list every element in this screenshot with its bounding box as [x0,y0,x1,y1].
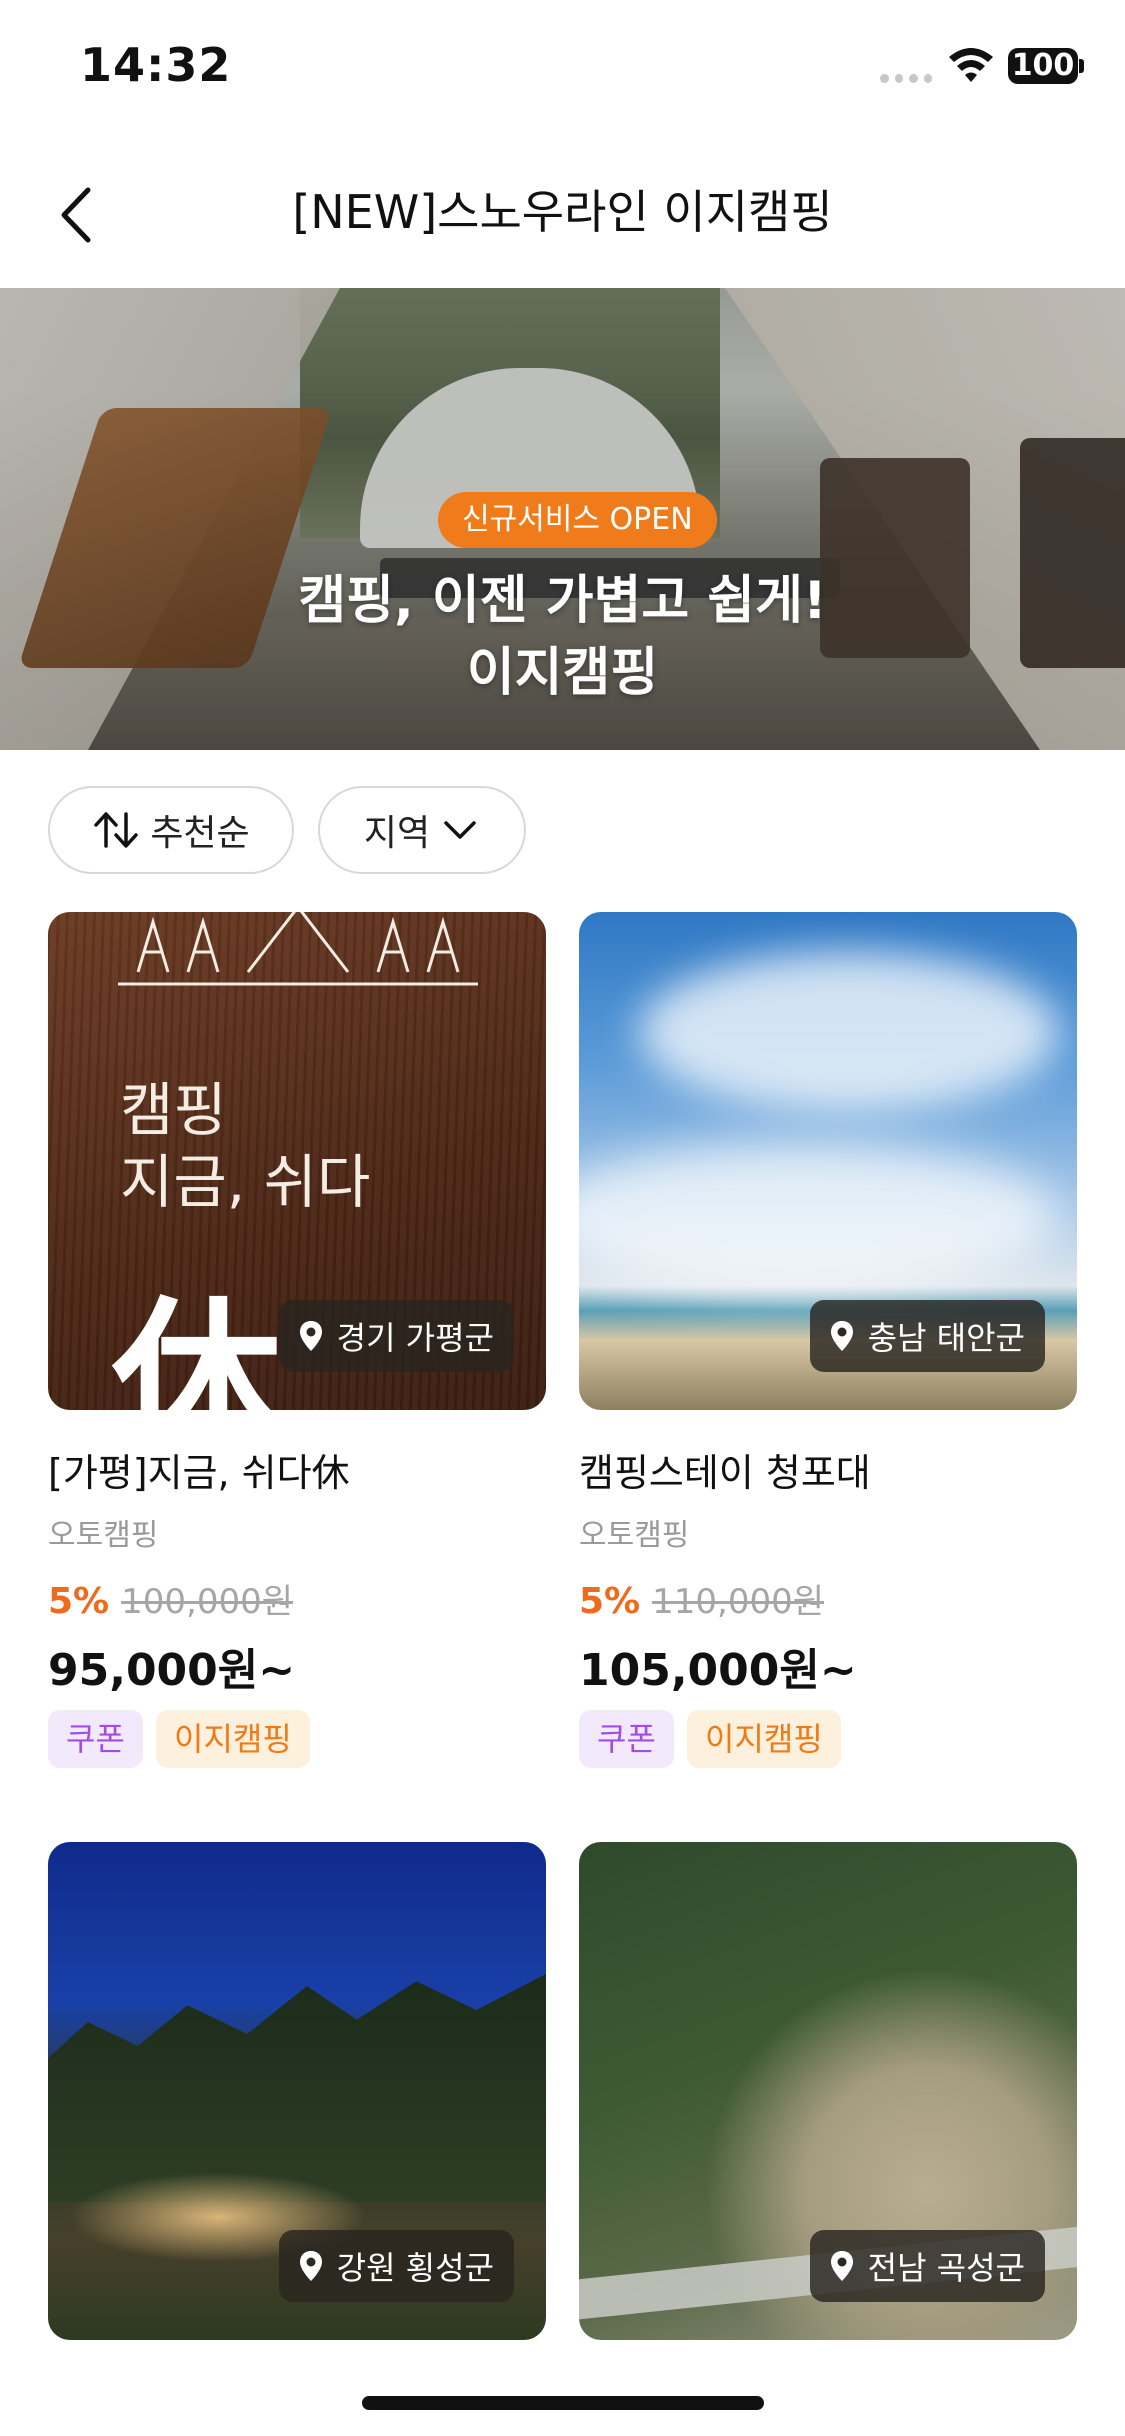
status-time: 14:32 [80,38,232,92]
hero-badge: 신규서비스 OPEN [438,492,717,548]
location-text: 충남 태안군 [867,1319,1025,1357]
location-chip: 경기 가평군 [278,1300,514,1372]
image-text: 캠핑 [120,1076,227,1144]
region-filter-button[interactable]: 지역 [318,786,526,874]
nav-header: [NEW]스노우라인 이지캠핑 [0,140,1125,288]
listing-image[interactable]: 전남 곡성군 [579,1842,1077,2340]
location-pin-icon [830,1321,853,1351]
listing-title[interactable]: [가평]지금, 쉬다休 [48,1442,350,1497]
easycamping-tag: 이지캠핑 [687,1710,841,1768]
location-chip: 충남 태안군 [809,1300,1045,1372]
location-text: 전남 곡성군 [867,2249,1025,2287]
location-text: 경기 가평군 [336,1319,494,1357]
location-pin-icon [830,2251,853,2281]
battery-icon: 100 [1008,48,1078,84]
hero-subheadline: 이지캠핑 [466,643,659,703]
sort-label: 추천순 [150,813,250,854]
tree-logo-icon [118,912,478,986]
listing-image[interactable]: 강원 횡성군 [48,1842,546,2340]
chevron-down-icon [444,821,476,839]
battery-tip [1079,59,1084,73]
location-pin-icon [299,2251,322,2281]
image-forest [48,1974,546,2202]
signal-icon [880,74,932,86]
image-cloud [579,1142,1059,1292]
sort-button[interactable]: 추천순 [48,786,294,874]
listing-category: 오토캠핑 [579,1518,690,1553]
listing-image[interactable]: 충남 태안군 [579,912,1077,1410]
discount-rate: 5% [48,1581,110,1622]
easycamping-tag: 이지캠핑 [156,1710,310,1768]
location-chip: 강원 횡성군 [278,2230,514,2302]
listing-category: 오토캠핑 [48,1518,159,1553]
sort-arrows-icon [94,812,139,848]
image-cloud [639,952,1059,1112]
hero-headline: 캠핑, 이젠 가볍고 쉽게! [298,571,827,631]
location-text: 강원 횡성군 [336,2249,494,2287]
listing-title[interactable]: 캠핑스테이 청포대 [579,1442,871,1497]
image-text: 休 [112,1282,283,1410]
region-label: 지역 [363,813,431,854]
original-price: 100,000원 [121,1582,294,1622]
coupon-tag: 쿠폰 [579,1710,674,1768]
image-text: 지금, 쉬다 [120,1148,371,1216]
sale-price: 95,000원~ [48,1645,296,1696]
listing-image[interactable]: 캠핑 지금, 쉬다 休 경기 가평군 [48,912,546,1410]
sale-price: 105,000원~ [579,1645,857,1696]
wifi-icon [949,48,993,82]
discount-row: 5% 100,000원 [48,1574,293,1623]
status-bar: 14:32 100 [0,0,1125,140]
discount-rate: 5% [579,1581,641,1622]
location-chip: 전남 곡성군 [809,2230,1045,2302]
location-pin-icon [299,1321,322,1351]
original-price: 110,000원 [652,1582,825,1622]
page-title: [NEW]스노우라인 이지캠핑 [292,185,833,239]
discount-row: 5% 110,000원 [579,1574,824,1623]
home-indicator [362,2396,764,2410]
coupon-tag: 쿠폰 [48,1710,143,1768]
